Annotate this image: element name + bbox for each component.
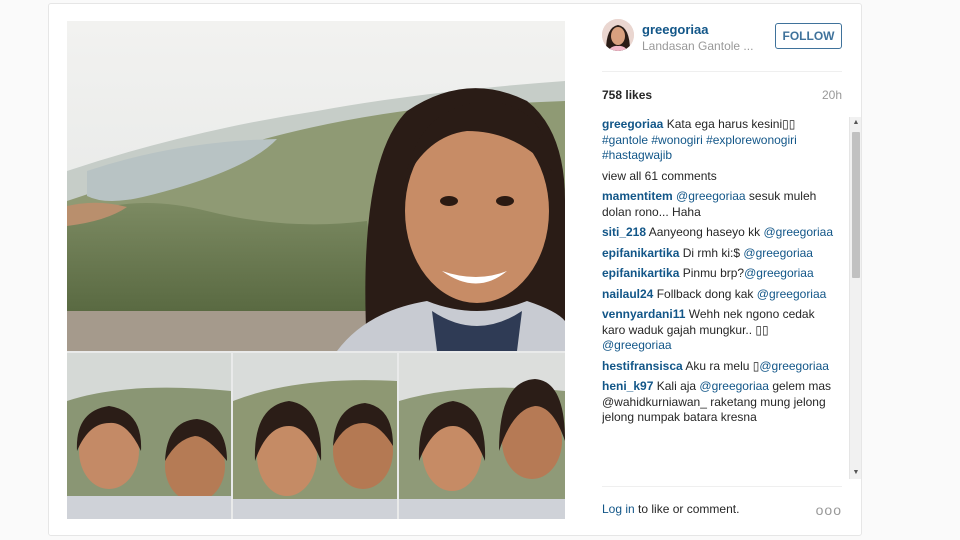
login-prompt-text: to like or comment. [634,502,740,516]
comment-item: nailaul24 Follback dong kak @greegoriaa [602,287,834,303]
post-card: greegoriaa Landasan Gantole ... FOLLOW 7… [48,3,862,536]
header-divider [602,71,842,72]
comment-item: vennyardani11 Wehh nek ngono cedak karo … [602,307,834,354]
likes-count[interactable]: 758 likes [602,88,652,102]
scrollbar-thumb[interactable] [852,132,860,278]
comment-item: siti_218 Aanyeong haseyo kk @greegoriaa [602,225,834,241]
post-age[interactable]: 20h [822,88,842,102]
comment-text: Kali aja [656,379,700,393]
caption-emoji: ▯▯ [782,117,796,131]
comment-item: epifanikartika Pinmu brp?@greegoriaa [602,266,834,282]
comment-item: heni_k97 Kali aja @greegoriaa gelem mas … [602,379,834,426]
comment-username[interactable]: hestifransisca [602,359,683,373]
comment-username[interactable]: vennyardani11 [602,307,685,321]
comment-username[interactable]: nailaul24 [602,287,653,301]
scroll-down-icon[interactable]: ▼ [850,467,862,479]
comment-text: Pinmu brp? [682,266,745,280]
footer-divider [602,486,842,487]
comment-username[interactable]: epifanikartika [602,246,679,260]
login-prompt: Log in to like or comment. [602,502,842,516]
avatar-image [602,19,634,51]
comment-username[interactable]: siti_218 [602,225,646,239]
avatar[interactable] [602,19,634,51]
photo-illustration [67,21,565,519]
comments-list[interactable]: greegoriaa Kata ega harus kesini▯▯ #gant… [602,117,850,479]
comment-text: Di rmh ki:$ [682,245,744,260]
login-link[interactable]: Log in [602,502,635,516]
comment-text: Aku ra melu ▯ [685,358,760,373]
comment-item: epifanikartika Di rmh ki:$ @greegoriaa [602,246,834,262]
comment-item: mamentitem @greegoriaa sesuk muleh dolan… [602,189,834,220]
view-all-comments-link[interactable]: view all 61 comments [602,169,834,185]
post-location-link[interactable]: Landasan Gantole ... [642,39,753,53]
comment-mention[interactable]: @greegoriaa [763,225,833,239]
comment-item: hestifransisca Aku ra melu ▯@greegoriaa [602,359,834,375]
comment-mention[interactable]: @greegoriaa [602,338,672,352]
comment-username[interactable]: mamentitem [602,189,673,203]
post-footer: Log in to like or comment. ooo [602,502,842,518]
post-username-link[interactable]: greegoriaa [642,22,708,37]
comment-mention[interactable]: @greegoriaa [759,359,829,373]
scroll-up-icon[interactable]: ▲ [850,117,862,129]
more-options-icon[interactable]: ooo [816,502,842,518]
caption: greegoriaa Kata ega harus kesini▯▯ #gant… [602,117,834,164]
comment-username[interactable]: epifanikartika [602,266,679,280]
post-header: greegoriaa Landasan Gantole ... FOLLOW [602,19,842,59]
comments-scrollbar[interactable]: ▲ ▼ [849,117,861,479]
comment-username[interactable]: heni_k97 [602,379,653,393]
comment-mention[interactable]: @greegoriaa [676,189,746,203]
comment-mention[interactable]: @greegoriaa [699,379,769,393]
caption-hashtags[interactable]: #gantole #wonogiri #explorewonogiri #has… [602,133,797,163]
caption-text: Kata ega harus kesini [666,117,783,131]
comment-text: Follback dong kak [656,286,757,301]
comment-mention[interactable]: @greegoriaa [744,266,814,280]
post-side-panel: greegoriaa Landasan Gantole ... FOLLOW 7… [602,4,861,535]
comment-mention[interactable]: @greegoriaa [743,246,813,260]
comment-text: Aanyeong haseyo kk [648,225,764,239]
caption-username[interactable]: greegoriaa [602,117,663,131]
comment-mention[interactable]: @greegoriaa [757,287,827,301]
post-photo-collage[interactable] [67,21,565,519]
follow-button[interactable]: FOLLOW [775,23,842,49]
